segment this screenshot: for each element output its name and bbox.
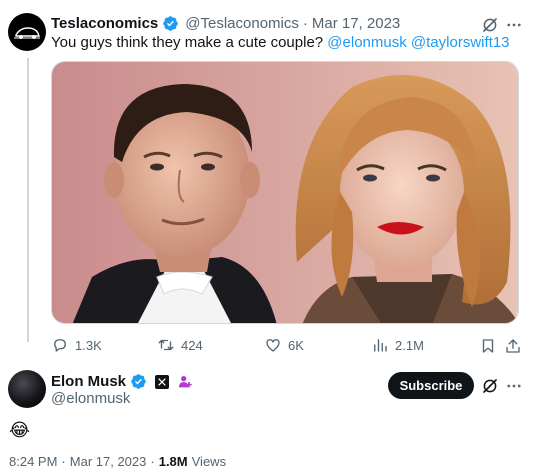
verified-badge-icon <box>162 15 179 32</box>
grok-icon[interactable] <box>480 376 500 396</box>
bookmark-icon[interactable] <box>478 336 498 356</box>
quoted-tweet-text: You guys think they make a cute couple? … <box>51 33 510 53</box>
thread-line <box>27 58 29 342</box>
quoted-tweet-header: Teslaconomics @Teslaconomics · Mar 17, 2… <box>51 15 400 32</box>
views-button[interactable]: 2.1M <box>371 336 424 354</box>
mention-taylorswift13[interactable]: @taylorswift13 <box>411 34 510 51</box>
more-icon[interactable] <box>504 376 524 396</box>
mention-elonmusk[interactable]: @elonmusk <box>327 34 406 51</box>
teslaconomics-avatar[interactable] <box>8 13 46 51</box>
views-count: 1.8M <box>158 454 188 469</box>
elonmusk-avatar[interactable] <box>8 370 46 408</box>
tweet-meta: 8:24 PM · Mar 17, 2023 · 1.8M Views <box>9 454 226 469</box>
main-tweet-text: 😂 <box>9 420 31 440</box>
like-button[interactable]: 6K <box>264 336 304 354</box>
more-icon[interactable] <box>504 15 524 35</box>
tweet-date[interactable]: Mar 17, 2023 <box>312 15 400 32</box>
views-icon <box>374 339 387 352</box>
views-label: Views <box>191 454 227 469</box>
tweet-text: You guys think they make a cute couple? <box>51 34 324 51</box>
author-name[interactable]: Elon Musk <box>51 373 126 390</box>
separator: · <box>61 454 66 469</box>
retweet-count: 424 <box>181 337 203 353</box>
retweet-button[interactable]: 424 <box>157 336 203 354</box>
views-count: 2.1M <box>395 337 424 353</box>
author-handle[interactable]: @elonmusk <box>51 390 130 407</box>
x-logo-icon[interactable] <box>155 374 170 389</box>
like-icon <box>266 339 280 352</box>
retweet-icon <box>158 339 174 351</box>
reply-button[interactable]: 1.3K <box>51 336 102 354</box>
separator: · <box>150 454 155 469</box>
main-tweet-header: Elon Musk <box>51 373 193 390</box>
author-name[interactable]: Teslaconomics <box>51 15 158 32</box>
tweet-time[interactable]: 8:24 PM <box>9 454 57 469</box>
like-count: 6K <box>288 337 304 353</box>
tweet-media-image[interactable] <box>51 61 519 324</box>
reply-count: 1.3K <box>75 337 102 353</box>
affiliate-icon[interactable] <box>177 374 193 390</box>
subscribe-button[interactable]: Subscribe <box>388 372 474 399</box>
separator: · <box>302 15 308 32</box>
verified-badge-icon <box>130 373 147 390</box>
reply-icon <box>54 339 66 352</box>
grok-icon[interactable] <box>480 15 500 35</box>
share-icon[interactable] <box>503 336 523 356</box>
author-handle[interactable]: @Teslaconomics <box>185 15 299 32</box>
tweet-date[interactable]: Mar 17, 2023 <box>70 454 147 469</box>
